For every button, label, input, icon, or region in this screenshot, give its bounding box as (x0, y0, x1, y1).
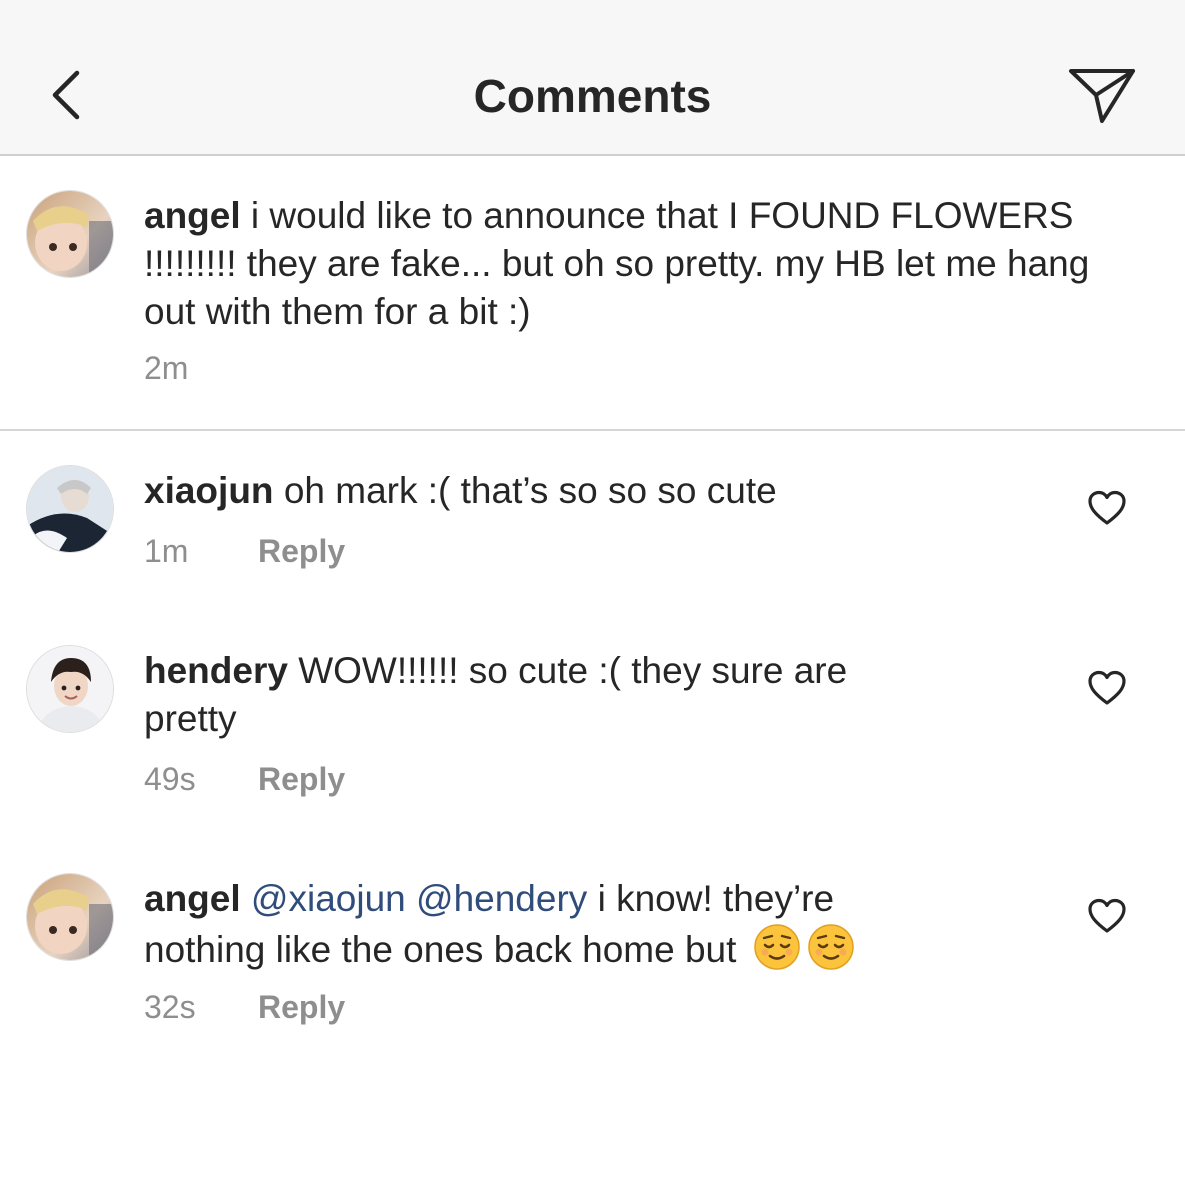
comment-username[interactable]: hendery (144, 650, 288, 691)
avatar-hendery-image (27, 646, 113, 732)
comment-text: xiaojun oh mark :( that’s so so so cute (144, 467, 1044, 515)
avatar[interactable] (26, 465, 114, 553)
comment-meta: 32s Reply (144, 987, 345, 1027)
paper-plane-icon (1069, 69, 1135, 123)
like-button[interactable] (1082, 891, 1132, 941)
caption-meta: 2m (144, 348, 188, 388)
mention-link[interactable]: @xiaojun (251, 878, 406, 919)
comment-row: angel @xiaojun @hendery i know! they’re … (0, 839, 1185, 1059)
comment-text: angel @xiaojun @hendery i know! they’re … (144, 875, 964, 974)
like-button[interactable] (1082, 663, 1132, 713)
avatar[interactable] (26, 873, 114, 961)
header-bar: Comments (0, 0, 1185, 156)
relieved-face-emoji (753, 924, 800, 970)
comment-timestamp: 32s (144, 989, 196, 1025)
comment-timestamp: 49s (144, 761, 196, 797)
caption-section: angel i would like to announce that I FO… (0, 156, 1185, 431)
comment-row: xiaojun oh mark :( that’s so so so cute … (0, 431, 1185, 601)
heart-icon (1088, 490, 1126, 525)
mention-link[interactable]: @hendery (416, 878, 587, 919)
comment-row: hendery WOW!!!!!! so cute :( they sure a… (0, 611, 1185, 831)
reply-button[interactable]: Reply (258, 759, 345, 799)
comment-body: oh mark :( that’s so so so cute (283, 470, 777, 511)
comment-text: hendery WOW!!!!!! so cute :( they sure a… (144, 647, 884, 743)
share-button[interactable] (1060, 55, 1144, 135)
like-button[interactable] (1082, 483, 1132, 533)
caption-text: angel i would like to announce that I FO… (144, 192, 1134, 336)
comment-username[interactable]: angel (144, 878, 241, 919)
comment-meta: 49s Reply (144, 759, 345, 799)
reply-button[interactable]: Reply (258, 987, 345, 1027)
caption-username[interactable]: angel (144, 195, 241, 236)
avatar[interactable] (26, 645, 114, 733)
caption-body: i would like to announce that I FOUND FL… (144, 195, 1090, 332)
page-title: Comments (473, 70, 712, 122)
caption-timestamp: 2m (144, 350, 189, 386)
comment-meta: 1m Reply (144, 531, 345, 571)
avatar-angel-image (27, 874, 113, 960)
avatar-angel-image (27, 191, 113, 277)
heart-icon (1088, 898, 1126, 933)
relieved-face-emoji (807, 924, 854, 970)
comment-username[interactable]: xiaojun (144, 470, 274, 511)
reply-button[interactable]: Reply (258, 531, 345, 571)
avatar-xiaojun-image (27, 466, 113, 552)
avatar[interactable] (26, 190, 114, 278)
comment-timestamp: 1m (144, 533, 189, 569)
heart-icon (1088, 670, 1126, 705)
